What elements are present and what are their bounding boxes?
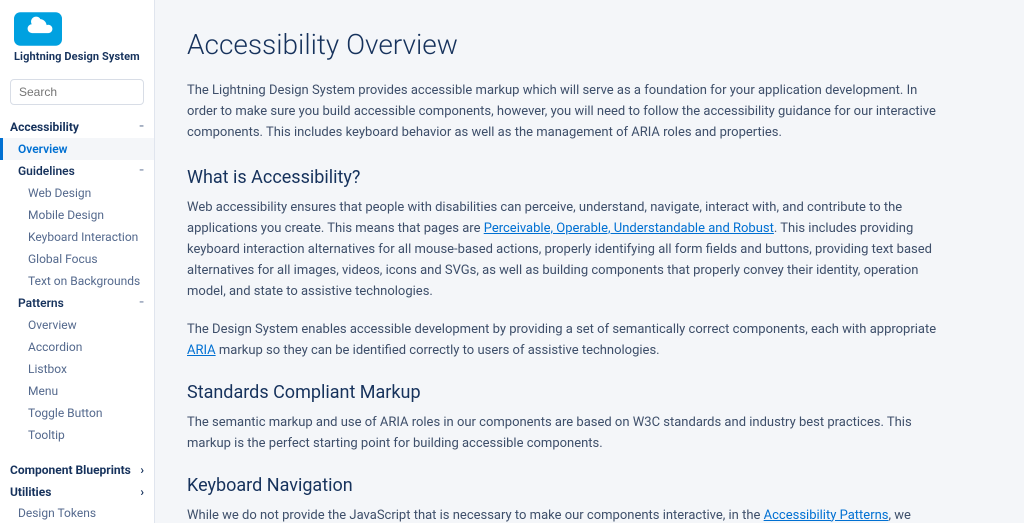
sidebar-item-accessibility[interactable]: Accessibility − <box>0 113 154 138</box>
guidelines-label: Guidelines <box>18 164 75 178</box>
guidelines-chevron-icon: − <box>139 166 144 176</box>
logo-area: Lightning Design System <box>0 0 154 73</box>
sidebar: Lightning Design System Accessibility − … <box>0 0 155 523</box>
section1-heading: What is Accessibility? <box>187 167 984 188</box>
sidebar-item-overview[interactable]: Overview <box>0 138 154 160</box>
chevron-icon: − <box>139 122 144 132</box>
sidebar-item-patterns-overview[interactable]: Overview <box>0 314 154 336</box>
section1-paragraph1: Web accessibility ensures that people wi… <box>187 198 947 302</box>
section2-paragraph1: The semantic markup and use of ARIA role… <box>187 413 947 455</box>
component-blueprints-chevron-icon: › <box>140 463 144 477</box>
sidebar-item-component-blueprints[interactable]: Component Blueprints › <box>0 458 154 480</box>
sidebar-item-menu[interactable]: Menu <box>0 380 154 402</box>
sidebar-item-accordion[interactable]: Accordion <box>0 336 154 358</box>
page-title: Accessibility Overview <box>187 28 984 61</box>
sidebar-item-text-on-backgrounds[interactable]: Text on Backgrounds <box>0 270 154 292</box>
sidebar-item-keyboard-interaction[interactable]: Keyboard Interaction <box>0 226 154 248</box>
sidebar-item-listbox[interactable]: Listbox <box>0 358 154 380</box>
sidebar-item-tooltip[interactable]: Tooltip <box>0 424 154 446</box>
section-standards-compliant: Standards Compliant Markup The semantic … <box>187 382 984 455</box>
sidebar-item-guidelines[interactable]: Guidelines − <box>0 160 154 182</box>
sidebar-item-utilities[interactable]: Utilities › <box>0 480 154 502</box>
sidebar-item-toggle-button[interactable]: Toggle Button <box>0 402 154 424</box>
overview-label: Overview <box>18 142 68 156</box>
main-content: Accessibility Overview The Lightning Des… <box>155 0 1024 523</box>
search-input[interactable] <box>10 79 144 105</box>
accessibility-label: Accessibility <box>10 120 79 134</box>
section3-heading: Keyboard Navigation <box>187 475 984 496</box>
patterns-chevron-icon: − <box>139 298 144 308</box>
intro-paragraph: The Lightning Design System provides acc… <box>187 81 947 143</box>
aria-link[interactable]: ARIA <box>187 343 216 358</box>
patterns-label: Patterns <box>18 296 64 310</box>
section-keyboard-navigation: Keyboard Navigation While we do not prov… <box>187 475 984 523</box>
sidebar-item-mobile-design[interactable]: Mobile Design <box>0 204 154 226</box>
sidebar-item-web-design[interactable]: Web Design <box>0 182 154 204</box>
sidebar-item-global-focus[interactable]: Global Focus <box>0 248 154 270</box>
wcag-link[interactable]: Perceivable, Operable, Understandable an… <box>484 221 774 236</box>
sidebar-item-patterns[interactable]: Patterns − <box>0 292 154 314</box>
section2-heading: Standards Compliant Markup <box>187 382 984 403</box>
brand-name: Lightning Design System <box>14 50 140 63</box>
utilities-chevron-icon: › <box>140 485 144 499</box>
sidebar-item-design-tokens[interactable]: Design Tokens <box>0 502 154 523</box>
section3-paragraph1: While we do not provide the JavaScript t… <box>187 506 947 523</box>
section1-paragraph2: The Design System enables accessible dev… <box>187 320 947 362</box>
salesforce-logo-icon <box>14 12 62 46</box>
section-what-is-accessibility: What is Accessibility? Web accessibility… <box>187 167 984 362</box>
accessibility-patterns-link[interactable]: Accessibility Patterns <box>764 508 889 523</box>
